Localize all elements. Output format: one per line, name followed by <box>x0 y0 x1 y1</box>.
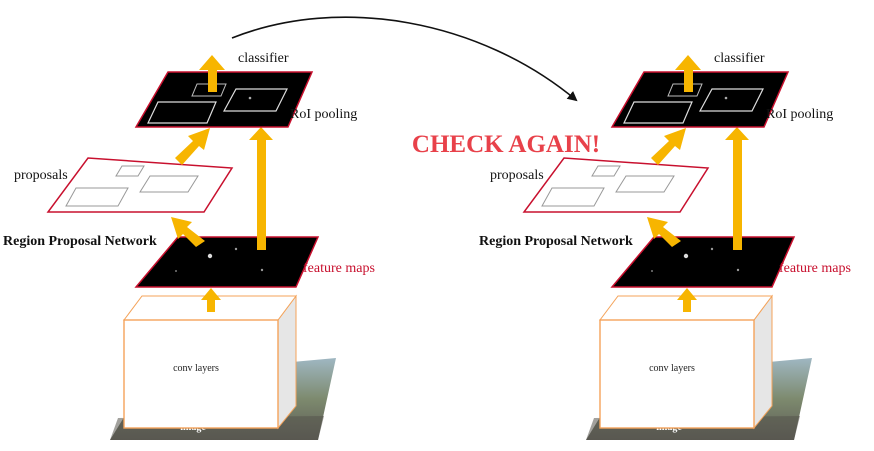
proposals-to-roi-arrow <box>651 128 686 165</box>
proposals-to-roi-arrow <box>175 128 210 165</box>
feature-maps-layer: feature maps <box>134 236 375 288</box>
proposals-label: proposals <box>14 168 68 183</box>
proposals-layer: proposals <box>490 157 710 213</box>
feature-maps-label: feature maps <box>303 261 375 276</box>
rpn-label: Region Proposal Network <box>479 234 633 249</box>
classifier-label: classifier <box>238 51 289 66</box>
conv-layers-box: conv layers <box>599 294 773 430</box>
conv-layers-label: conv layers <box>649 363 695 374</box>
roi-pooling-label: RoI pooling <box>766 107 833 122</box>
roi-pooling-layer: RoI pooling <box>134 71 357 128</box>
check-again-banner: CHECK AGAIN! <box>412 131 600 158</box>
proposals-layer: proposals <box>14 157 234 213</box>
faster-rcnn-comparison-diagram: image conv layers feature maps Region Pr… <box>3 16 851 440</box>
roi-pooling-layer: RoI pooling <box>610 71 833 128</box>
feature-to-roi-arrow <box>249 127 273 250</box>
diagram-right: image conv layers feature maps Region Pr… <box>479 51 851 440</box>
feature-maps-layer: feature maps <box>610 236 851 288</box>
feature-to-roi-arrow <box>725 127 749 250</box>
conv-layers-box: conv layers <box>123 294 297 430</box>
feature-maps-label: feature maps <box>779 261 851 276</box>
conv-layers-label: conv layers <box>173 363 219 374</box>
rpn-label: Region Proposal Network <box>3 234 157 249</box>
diagram-left: image conv layers feature maps Region Pr… <box>3 51 375 440</box>
proposals-label: proposals <box>490 168 544 183</box>
classifier-label: classifier <box>714 51 765 66</box>
roi-pooling-label: RoI pooling <box>290 107 357 122</box>
